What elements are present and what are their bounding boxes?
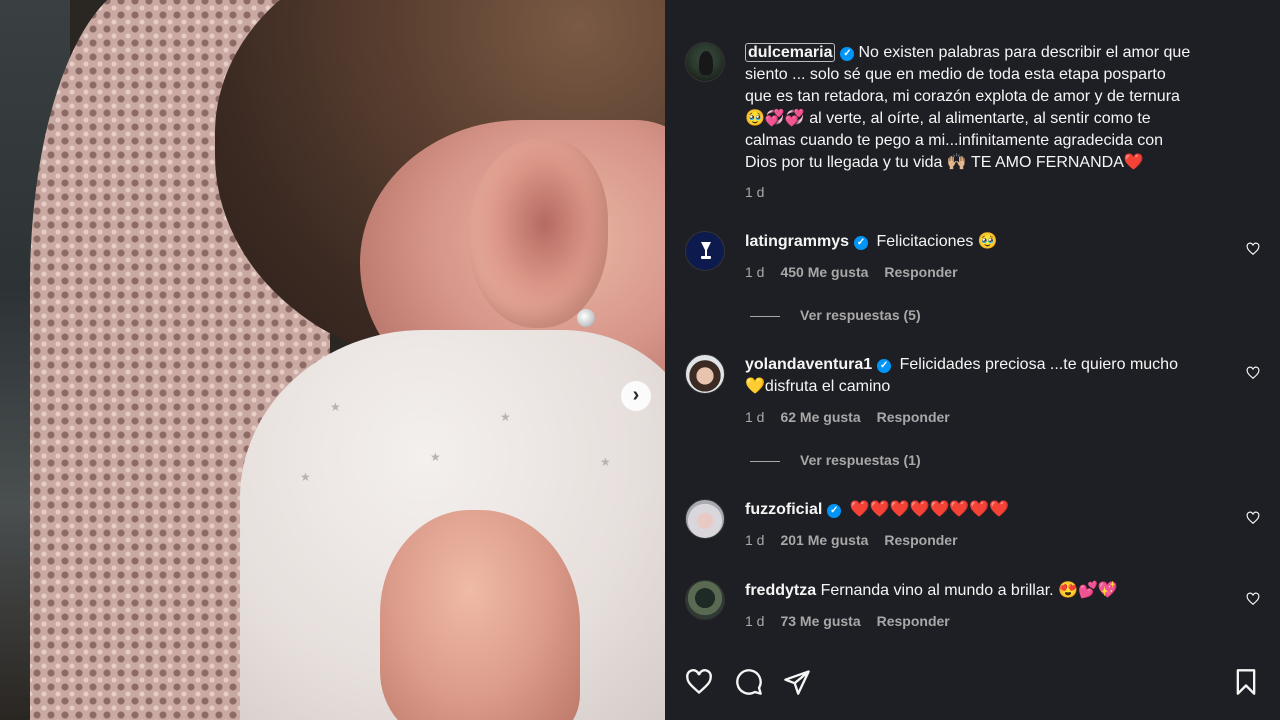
comment-time: 1 d xyxy=(745,532,765,548)
comment-text: latingrammys ✓ Felicitaciones 🥹 xyxy=(745,231,998,253)
share-icon[interactable] xyxy=(783,668,811,696)
avatar[interactable] xyxy=(685,354,725,394)
comment-meta: 1 d 62 Me gusta Responder xyxy=(745,409,966,425)
comment-body: Felicidades preciosa ...te quiero mucho xyxy=(899,356,1178,373)
heart-icon[interactable] xyxy=(685,668,713,696)
star-print-icon: ★ xyxy=(500,410,511,424)
comment-time: 1 d xyxy=(745,264,765,280)
verified-badge-icon: ✓ xyxy=(877,359,892,373)
caption-line: Dios por tu llegada y tu vida 🙌🏼 TE AMO … xyxy=(745,154,1144,171)
comment-text: freddytza Fernanda vino al mundo a brill… xyxy=(745,580,1118,602)
caption-line: siento ... solo sé que en medio de toda … xyxy=(745,66,1166,83)
caption-line: 🥹💞💞 al verte, al oírte, al alimentarte, … xyxy=(745,110,1151,127)
post-photo: ★ ★ ★ ★ ★ › xyxy=(0,0,665,720)
star-print-icon: ★ xyxy=(300,470,311,484)
next-photo-button[interactable]: › xyxy=(621,381,651,411)
view-replies-button[interactable]: Ver respuestas (5) xyxy=(750,307,921,323)
heart-icon[interactable] xyxy=(1246,366,1260,380)
caption-line: No existen palabras para describir el am… xyxy=(858,44,1191,61)
comment-body: ❤️❤️❤️❤️❤️❤️❤️❤️ xyxy=(849,501,1010,518)
star-print-icon: ★ xyxy=(330,400,341,414)
likes-count[interactable]: 201 Me gusta xyxy=(780,532,868,548)
verified-badge-icon: ✓ xyxy=(827,504,842,518)
comment-meta: 1 d 73 Me gusta Responder xyxy=(745,613,966,629)
caption-time: 1 d xyxy=(745,184,765,200)
comment-body: Fernanda vino al mundo a brillar. 😍💕💖 xyxy=(820,582,1118,599)
view-replies-label: Ver respuestas (1) xyxy=(800,452,921,468)
comment-meta: 1 d 201 Me gusta Responder xyxy=(745,532,974,548)
comment-username[interactable]: latingrammys xyxy=(745,233,849,250)
reply-button[interactable]: Responder xyxy=(884,264,957,280)
heart-icon[interactable] xyxy=(1246,242,1260,256)
view-replies-label: Ver respuestas (5) xyxy=(800,307,921,323)
reply-button[interactable]: Responder xyxy=(877,409,950,425)
view-replies-button[interactable]: Ver respuestas (1) xyxy=(750,452,921,468)
avatar[interactable] xyxy=(685,231,725,271)
caption-meta: 1 d xyxy=(745,184,780,200)
star-print-icon: ★ xyxy=(600,455,611,469)
heart-icon[interactable] xyxy=(1246,592,1260,606)
bookmark-icon[interactable] xyxy=(1232,668,1260,696)
comment-username[interactable]: freddytza xyxy=(745,582,816,599)
comment-time: 1 d xyxy=(745,613,765,629)
likes-count[interactable]: 73 Me gusta xyxy=(780,613,860,629)
likes-count[interactable]: 62 Me gusta xyxy=(780,409,860,425)
heart-icon[interactable] xyxy=(1246,511,1260,525)
reply-button[interactable]: Responder xyxy=(877,613,950,629)
caption-line: calmas cuando te pego a mi...infinitamen… xyxy=(745,132,1164,149)
baby-ear xyxy=(468,138,608,328)
gramophone-icon xyxy=(701,242,711,259)
caption: dulcemaria ✓ No existen palabras para desc… xyxy=(745,42,1265,64)
chevron-right-icon: › xyxy=(632,384,640,406)
avatar[interactable] xyxy=(685,42,725,82)
comment-username[interactable]: yolandaventura1 xyxy=(745,356,872,373)
verified-badge-icon: ✓ xyxy=(854,236,869,250)
reply-button[interactable]: Responder xyxy=(884,532,957,548)
avatar[interactable] xyxy=(685,580,725,620)
comment-username[interactable]: fuzzoficial xyxy=(745,501,822,518)
star-print-icon: ★ xyxy=(430,450,441,464)
comment-meta: 1 d 450 Me gusta Responder xyxy=(745,264,974,280)
divider xyxy=(750,460,780,462)
comments-panel: dulcemaria ✓ No existen palabras para desc… xyxy=(665,0,1280,720)
caption-username[interactable]: dulcemaria xyxy=(745,43,836,62)
comment-body: 💛disfruta el camino xyxy=(745,378,891,395)
comment-icon[interactable] xyxy=(735,668,763,696)
earring xyxy=(577,309,595,327)
comment-text: yolandaventura1 ✓ Felicidades preciosa ..… xyxy=(745,354,1178,376)
caption-line: que es tan retadora, mi corazón explota … xyxy=(745,88,1180,105)
comment-text: fuzzoficial ✓ ❤️❤️❤️❤️❤️❤️❤️❤️ xyxy=(745,499,1009,521)
verified-badge-icon: ✓ xyxy=(840,47,855,61)
avatar[interactable] xyxy=(685,499,725,539)
comment-body: Felicitaciones 🥹 xyxy=(876,233,998,250)
comment-time: 1 d xyxy=(745,409,765,425)
likes-count[interactable]: 450 Me gusta xyxy=(780,264,868,280)
divider xyxy=(750,315,780,317)
